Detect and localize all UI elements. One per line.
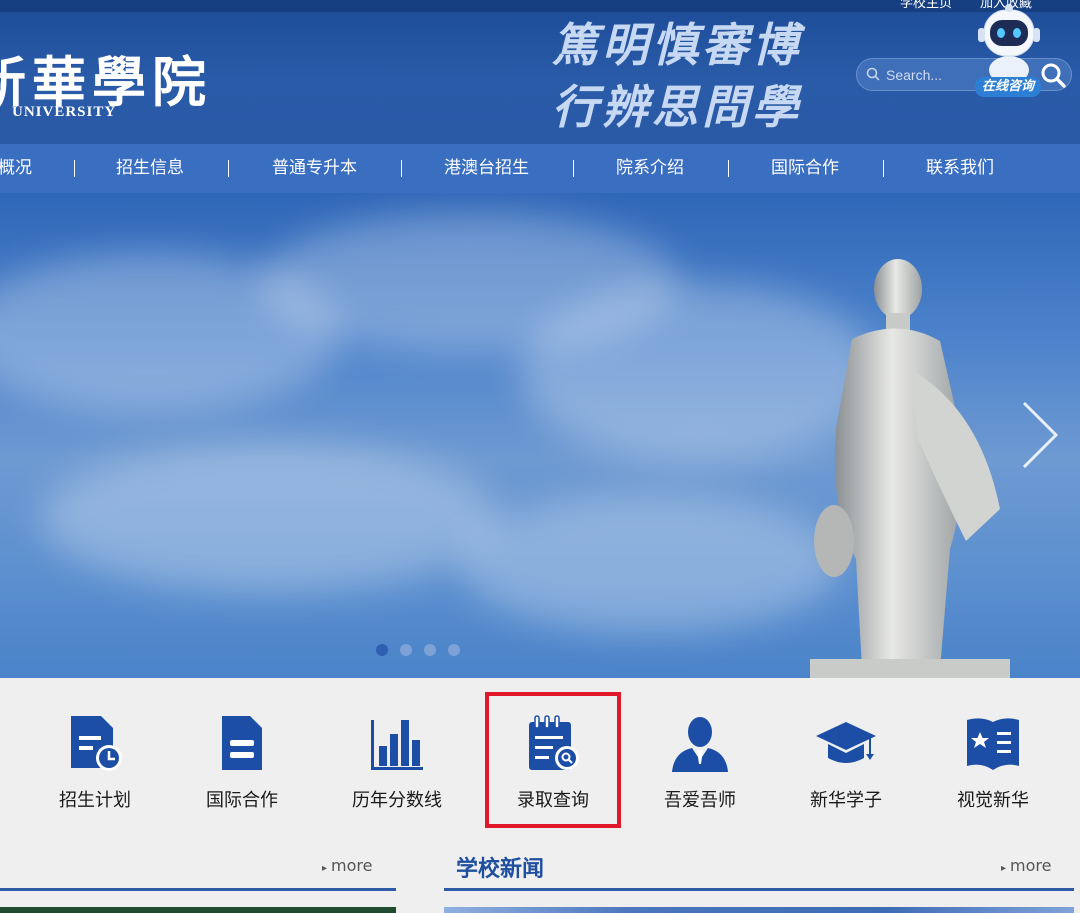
main-nav: 学校概况 招生信息 普通专升本 港澳台招生 院系介绍 国际合作 联系我们	[0, 144, 1080, 193]
quick-link-teachers[interactable]: 吾爱吾师	[635, 678, 765, 828]
banner-pagination	[376, 644, 460, 656]
banner-dot-1[interactable]	[376, 644, 388, 656]
nav-separator	[74, 160, 75, 177]
document-icon	[222, 716, 262, 770]
news-more-link[interactable]: ▸ more	[1001, 856, 1051, 875]
statue-image	[810, 259, 1010, 678]
news-image[interactable]	[444, 907, 1074, 913]
logo-english-name: UNIVERSITY	[12, 104, 117, 120]
banner-dot-3[interactable]	[424, 644, 436, 656]
banner-cloud	[40, 443, 500, 593]
banner-dot-2[interactable]	[400, 644, 412, 656]
nav-item-upgrade[interactable]: 普通专升本	[272, 144, 357, 193]
hero-banner[interactable]	[0, 193, 1080, 678]
graduation-cap-icon	[816, 722, 876, 763]
nav-item-contact[interactable]: 联系我们	[926, 144, 994, 193]
home-link[interactable]: 学校主页	[900, 0, 952, 11]
bar-chart-icon	[371, 720, 423, 770]
search-icon	[866, 67, 880, 81]
nav-separator	[883, 160, 884, 177]
online-consult-label[interactable]: 在线咨询	[975, 77, 1041, 97]
site-header: 学校主页 加入收藏 新華學院 UNIVERSITY 篤明慎審博 行辨思問學 在线…	[0, 0, 1080, 144]
quick-link-students[interactable]: 新华学子	[781, 678, 911, 828]
quick-link-label: 视觉新华	[957, 790, 1029, 810]
banner-next-button[interactable]	[1016, 399, 1062, 471]
nav-item-admissions[interactable]: 招生信息	[116, 144, 184, 193]
quick-link-visual[interactable]: 视觉新华	[928, 678, 1058, 828]
more-label: more	[331, 856, 373, 875]
triangle-right-icon: ▸	[1001, 863, 1007, 874]
news-section-title: 学校新闻	[456, 857, 545, 882]
quick-link-admission-plan[interactable]: 招生计划	[30, 678, 160, 828]
nav-item-departments[interactable]: 院系介绍	[616, 144, 684, 193]
banner-cloud	[460, 493, 840, 633]
more-label: more	[1010, 856, 1052, 875]
teacher-person-icon	[672, 717, 728, 772]
search-input[interactable]	[886, 63, 986, 87]
news-section-divider	[444, 888, 1074, 891]
motto-line-2: 行辨思問學	[552, 80, 802, 134]
quick-link-label: 招生计划	[59, 790, 131, 810]
quick-link-label: 国际合作	[206, 790, 278, 810]
quick-link-score-lines[interactable]: 历年分数线	[332, 678, 462, 828]
left-section-image[interactable]	[0, 907, 396, 913]
quick-link-label: 新华学子	[810, 790, 882, 810]
nav-separator	[401, 160, 402, 177]
nav-separator	[573, 160, 574, 177]
quick-link-label: 历年分数线	[352, 790, 442, 810]
triangle-right-icon: ▸	[322, 863, 328, 874]
nav-separator	[728, 160, 729, 177]
motto-line-1: 篤明慎審博	[552, 18, 802, 72]
quick-link-international[interactable]: 国际合作	[177, 678, 307, 828]
plan-document-clock-icon	[71, 716, 122, 771]
quick-link-label: 吾爱吾师	[664, 790, 736, 810]
book-star-icon	[967, 718, 1019, 770]
left-section-more-link[interactable]: ▸ more	[322, 856, 372, 875]
chevron-right-icon	[1022, 401, 1059, 469]
banner-dot-4[interactable]	[448, 644, 460, 656]
left-section-divider	[0, 888, 396, 891]
highlight-box-admission-query	[485, 692, 621, 828]
nav-item-hk-macao-taiwan[interactable]: 港澳台招生	[444, 144, 529, 193]
nav-separator	[228, 160, 229, 177]
school-motto: 篤明慎審博 行辨思問學	[552, 14, 822, 138]
nav-item-about[interactable]: 学校概况	[0, 144, 32, 193]
nav-item-international[interactable]: 国际合作	[771, 144, 839, 193]
